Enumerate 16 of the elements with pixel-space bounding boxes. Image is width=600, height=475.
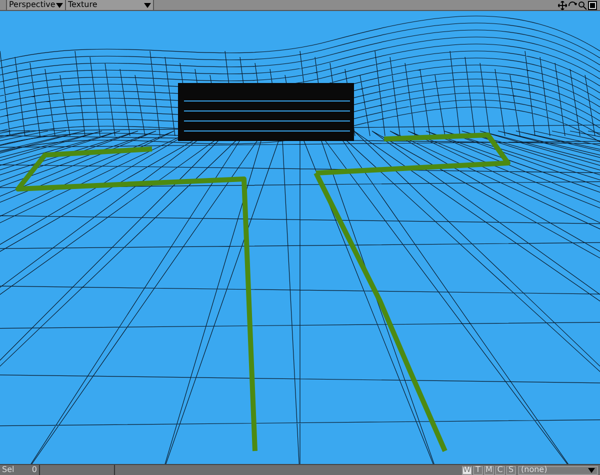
mode-button[interactable]: M xyxy=(484,466,494,474)
caret-icon xyxy=(56,2,63,8)
caret-icon xyxy=(588,468,595,472)
caret-icon xyxy=(144,2,151,8)
shading-dropdown[interactable]: Texture xyxy=(66,0,154,10)
maximize-icon[interactable] xyxy=(588,0,597,10)
mode-button[interactable]: S xyxy=(506,466,516,474)
move-icon[interactable] xyxy=(558,0,567,10)
selection-count: 0 xyxy=(32,466,37,474)
zoom-icon[interactable] xyxy=(578,0,587,10)
mode-button[interactable]: T xyxy=(473,466,483,474)
view-mode-dropdown[interactable]: Perspective xyxy=(6,0,66,10)
surface-dropdown[interactable]: (none) xyxy=(518,466,598,474)
mode-button[interactable]: W xyxy=(462,466,472,474)
mode-button[interactable]: C xyxy=(495,466,505,474)
selection-label: Sel xyxy=(2,466,14,474)
